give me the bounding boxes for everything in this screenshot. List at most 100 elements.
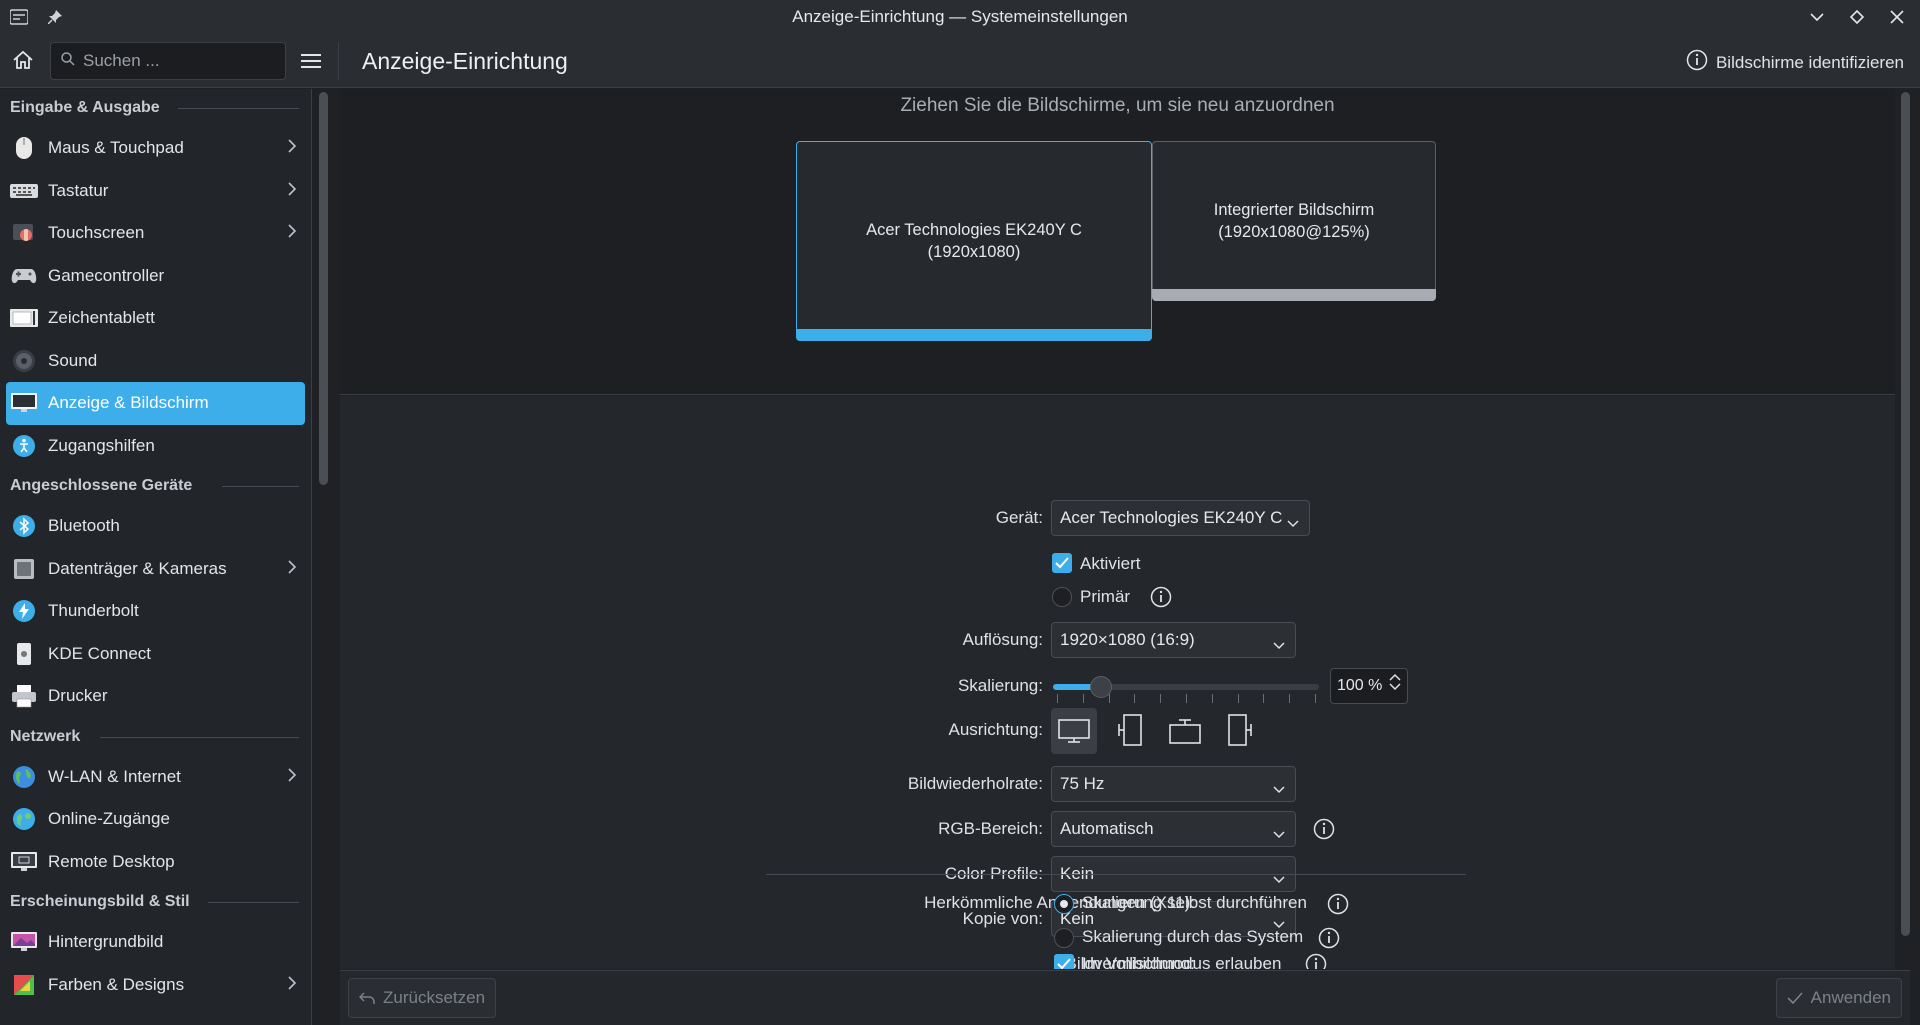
window-menu-icon[interactable]	[8, 6, 30, 28]
pin-icon[interactable]	[44, 6, 66, 28]
identify-displays-button[interactable]: Bildschirme identifizieren	[1686, 49, 1904, 76]
scale-tick	[1289, 694, 1290, 703]
sidebar-item-printer[interactable]: Drucker	[6, 675, 305, 718]
chevron-down-icon[interactable]	[1389, 683, 1401, 691]
monitor-mode: (1920x1080@125%)	[1218, 223, 1370, 241]
orientation-portrait-right-button[interactable]	[1217, 708, 1263, 754]
legacy-scale-system-radio[interactable]	[1054, 928, 1074, 948]
sidebar-item-mouse-touchpad[interactable]: Maus & Touchpad	[6, 127, 305, 170]
refresh-rate-select[interactable]: 75 Hz	[1051, 766, 1296, 802]
kdeconnect-icon	[10, 640, 38, 668]
sidebar-scrollbar[interactable]	[319, 92, 328, 485]
chevron-right-icon	[287, 181, 297, 202]
chevron-down-icon	[1273, 635, 1285, 655]
display-icon	[10, 389, 38, 417]
home-icon[interactable]	[12, 49, 34, 71]
sidebar-item-colors-designs[interactable]: Farben & Designs	[6, 964, 305, 1007]
tearing-checkbox[interactable]	[1054, 954, 1074, 969]
orientation-landscape-button[interactable]	[1051, 708, 1097, 754]
chevron-down-icon	[1273, 914, 1285, 934]
maximize-icon[interactable]	[1846, 6, 1868, 28]
sidebar-item-drives-cameras[interactable]: Datenträger & Kameras	[6, 548, 305, 591]
scale-tick	[1057, 694, 1058, 703]
bluetooth-icon	[10, 512, 38, 540]
landscape-monitor-icon	[1058, 719, 1090, 743]
scale-row: Skalierung: 100 %	[340, 668, 1895, 704]
rgb-range-select[interactable]: Automatisch	[1051, 811, 1296, 847]
chevron-right-icon	[287, 559, 297, 580]
sidebar-section-input-output: Eingabe & Ausgabe	[0, 89, 311, 127]
mirror-select[interactable]: Kein	[1051, 901, 1296, 937]
sidebar-item-touchscreen[interactable]: Touchscreen	[6, 212, 305, 255]
info-icon[interactable]	[1150, 586, 1172, 608]
sidebar-item-kde-connect[interactable]: KDE Connect	[6, 633, 305, 676]
chevron-right-icon	[287, 767, 297, 788]
chevron-down-icon	[1273, 779, 1285, 799]
scale-tick	[1134, 694, 1135, 703]
sidebar-section-appearance: Erscheinungsbild & Stil	[0, 883, 311, 921]
keyboard-icon	[10, 177, 38, 205]
chevron-right-icon	[287, 223, 297, 244]
primary-radio[interactable]	[1052, 587, 1072, 607]
sidebar-item-wallpaper[interactable]: Hintergrundbild	[6, 921, 305, 964]
monitor-acer[interactable]: Acer Technologies EK240Y C (1920x1080)	[796, 141, 1152, 341]
main-scrollbar[interactable]	[1901, 92, 1910, 936]
minimize-icon[interactable]	[1806, 6, 1828, 28]
orientation-portrait-left-button[interactable]	[1107, 708, 1153, 754]
sidebar-item-bluetooth[interactable]: Bluetooth	[6, 505, 305, 548]
scale-tick	[1212, 694, 1213, 703]
search-input[interactable]	[83, 51, 263, 71]
search-box[interactable]	[50, 42, 286, 80]
gamepad-icon	[10, 262, 38, 290]
page-title: Anzeige-Einrichtung	[362, 48, 568, 74]
device-row: Gerät: Acer Technologies EK240Y C	[340, 500, 1895, 536]
sidebar-section-connected-devices: Angeschlossene Geräte	[0, 467, 311, 505]
sidebar: Eingabe & Ausgabe Maus & Touchpad Tastat…	[0, 89, 312, 1025]
info-icon[interactable]	[1313, 818, 1335, 840]
sidebar-item-drawing-tablet[interactable]: Zeichentablett	[6, 297, 305, 340]
resolution-select[interactable]: 1920×1080 (16:9)	[1051, 622, 1296, 658]
check-icon	[1787, 992, 1803, 1004]
scale-tick	[1109, 694, 1110, 703]
device-select[interactable]: Acer Technologies EK240Y C	[1051, 500, 1310, 536]
orientation-flipped-button[interactable]	[1162, 708, 1208, 754]
toolbar-separator	[338, 42, 339, 80]
sidebar-item-accessibility[interactable]: Zugangshilfen	[6, 425, 305, 468]
scale-slider[interactable]	[1053, 676, 1319, 698]
chevron-down-icon	[1273, 869, 1285, 889]
monitor-bar	[1152, 289, 1436, 301]
reset-button[interactable]: Zurücksetzen	[348, 978, 497, 1018]
close-icon[interactable]	[1886, 6, 1908, 28]
refresh-rate-label: Bildwiederholrate:	[907, 774, 1043, 793]
apply-button[interactable]: Anwenden	[1775, 978, 1902, 1018]
hamburger-menu-icon[interactable]	[300, 50, 322, 72]
chevron-down-icon	[1273, 824, 1285, 844]
touchscreen-icon	[10, 219, 38, 247]
sidebar-item-thunderbolt[interactable]: Thunderbolt	[6, 590, 305, 633]
scale-spinbox[interactable]: 100 %	[1330, 668, 1408, 704]
monitor-integrated[interactable]: Integrierter Bildschirm (1920x1080@125%)	[1152, 141, 1436, 301]
online-accounts-icon	[10, 805, 38, 833]
scale-tick	[1160, 694, 1161, 703]
flipped-monitor-icon	[1169, 719, 1201, 744]
sidebar-item-online-accounts[interactable]: Online-Zugänge	[6, 798, 305, 841]
mirror-label: Kopie von:	[962, 909, 1043, 928]
sidebar-item-remote-desktop[interactable]: Remote Desktop	[6, 841, 305, 884]
color-profile-select[interactable]: Kein	[1051, 856, 1296, 892]
sidebar-item-keyboard[interactable]: Tastatur	[6, 170, 305, 213]
wallpaper-icon	[10, 928, 38, 956]
sidebar-item-display-screen[interactable]: Anzeige & Bildschirm	[6, 382, 305, 425]
sidebar-item-wlan-internet[interactable]: W-LAN & Internet	[6, 756, 305, 799]
resolution-label: Auflösung:	[962, 630, 1043, 649]
chevron-up-icon[interactable]	[1389, 673, 1401, 681]
sidebar-item-gamecontroller[interactable]: Gamecontroller	[6, 255, 305, 298]
mirror-row: Kopie von: Kein	[340, 901, 1895, 937]
info-icon	[1686, 49, 1708, 76]
chevron-right-icon	[287, 975, 297, 996]
sidebar-item-sound[interactable]: Sound	[6, 340, 305, 383]
printer-icon	[10, 682, 38, 710]
legacy-scale-self-radio[interactable]	[1054, 894, 1074, 914]
enabled-label: Aktiviert	[1080, 554, 1141, 573]
display-settings-form: Gerät: Acer Technologies EK240Y C Aktivi…	[340, 396, 1895, 969]
enabled-checkbox[interactable]	[1052, 553, 1072, 573]
